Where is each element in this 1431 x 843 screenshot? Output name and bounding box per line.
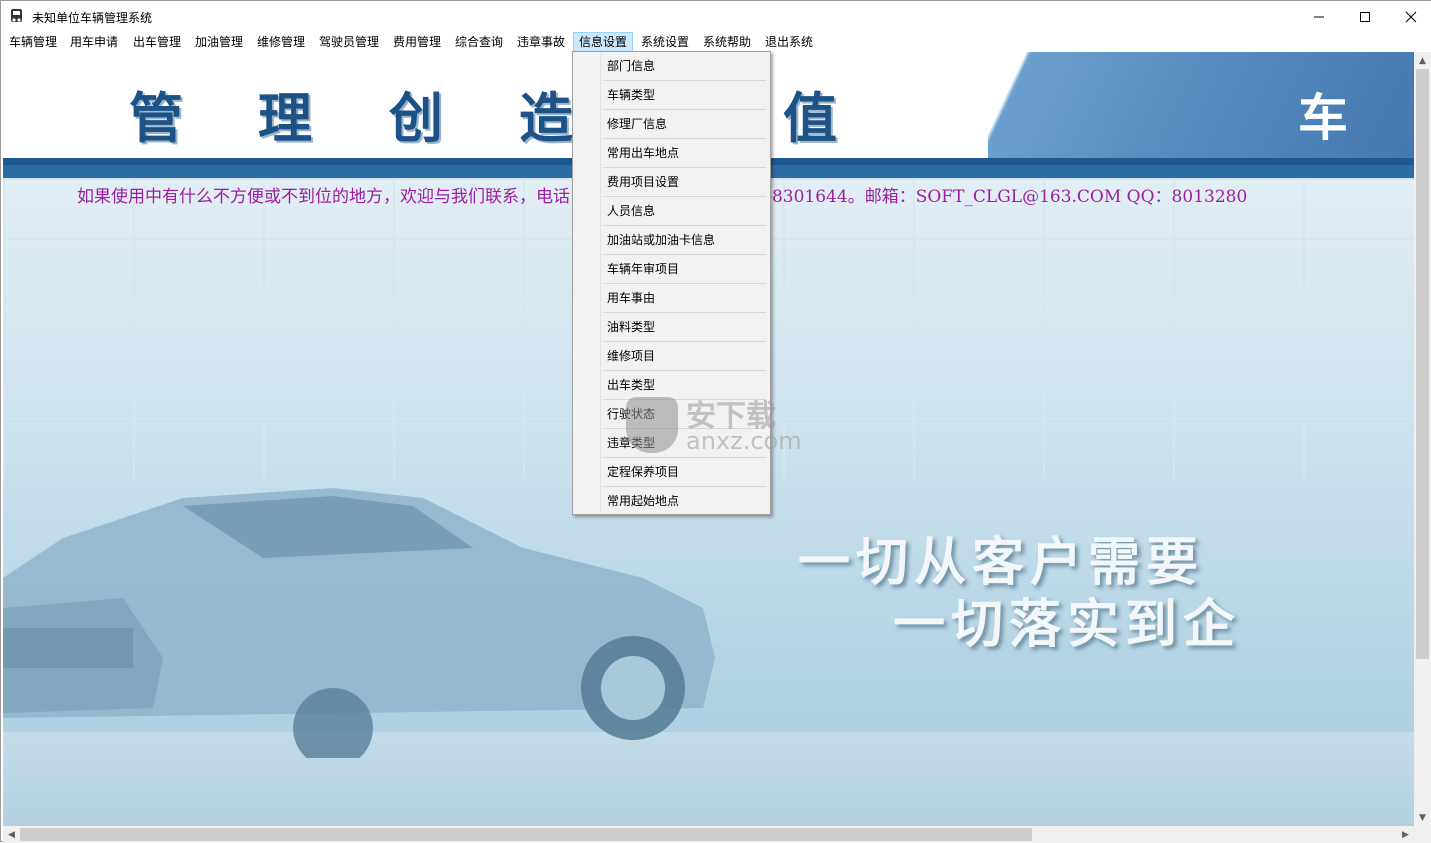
dropdown-item-repair-items[interactable]: 维修项目 [575,342,768,371]
menu-vehicle-request[interactable]: 用车申请 [65,32,123,52]
close-button[interactable] [1388,1,1431,32]
watermark-subtext: anxz.com [686,427,802,455]
app-window: 未知单位车辆管理系统 车辆管理 用车申请 出车管理 加油管理 维修管理 驾驶员管… [0,0,1431,843]
watermark: 安下载 anxz.com [626,391,826,461]
shield-icon [626,397,678,453]
app-icon [11,9,22,22]
menu-comprehensive-query[interactable]: 综合查询 [450,32,508,52]
dropdown-item-personnel-info[interactable]: 人员信息 [575,197,768,226]
slogan-line-2: 一切落实到企 [893,594,1242,655]
banner-right-text: 车 辆 [1298,88,1414,147]
dropdown-item-scheduled-maintenance-items[interactable]: 定程保养项目 [575,458,768,487]
horizontal-scroll-thumb[interactable] [20,828,1032,841]
menu-expense-management[interactable]: 费用管理 [388,32,446,52]
scroll-down-arrow-icon[interactable]: ▼ [1414,809,1431,826]
menu-vehicle-management[interactable]: 车辆管理 [4,32,62,52]
minimize-button[interactable] [1296,1,1342,32]
menu-system-help[interactable]: 系统帮助 [698,32,756,52]
dropdown-item-vehicle-type[interactable]: 车辆类型 [575,81,768,110]
dropdown-item-department-info[interactable]: 部门信息 [575,52,768,81]
banner-slogan-char: 造 [519,86,573,150]
scroll-right-arrow-icon[interactable]: ▶ [1397,826,1414,843]
banner-slogan-char: 值 [783,86,837,150]
menu-bar: 车辆管理 用车申请 出车管理 加油管理 维修管理 驾驶员管理 费用管理 综合查询… [1,32,1431,52]
dropdown-item-common-start-location[interactable]: 常用起始地点 [575,487,768,516]
banner-slogan-char: 创 [389,86,443,150]
menu-dispatch-management[interactable]: 出车管理 [128,32,186,52]
vertical-scrollbar[interactable]: ▲ ▼ [1414,52,1431,826]
scrollbar-corner [1414,826,1431,843]
menu-violation-accident[interactable]: 违章事故 [512,32,570,52]
scroll-up-arrow-icon[interactable]: ▲ [1414,52,1431,69]
horizontal-scrollbar[interactable]: ◀ ▶ [3,826,1414,843]
vertical-scroll-thumb[interactable] [1416,69,1429,659]
menu-exit-system[interactable]: 退出系统 [760,32,818,52]
menu-system-settings[interactable]: 系统设置 [636,32,694,52]
menu-info-settings[interactable]: 信息设置 [573,32,634,52]
dropdown-item-expense-item-settings[interactable]: 费用项目设置 [575,168,768,197]
maximize-button[interactable] [1342,1,1388,32]
window-title: 未知单位车辆管理系统 [32,11,153,25]
dropdown-item-repair-shop-info[interactable]: 修理厂信息 [575,110,768,139]
title-bar[interactable]: 未知单位车辆管理系统 [1,1,1431,32]
menu-repair-management[interactable]: 维修管理 [252,32,310,52]
banner-slogan-char: 理 [258,86,312,150]
scroll-left-arrow-icon[interactable]: ◀ [3,826,20,843]
dropdown-item-annual-inspection-items[interactable]: 车辆年审项目 [575,255,768,284]
minimize-icon [1314,16,1324,17]
menu-fuel-management[interactable]: 加油管理 [190,32,248,52]
menu-driver-management[interactable]: 驾驶员管理 [314,32,384,52]
dropdown-item-gas-station-card-info[interactable]: 加油站或加油卡信息 [575,226,768,255]
dropdown-item-fuel-type[interactable]: 油料类型 [575,313,768,342]
dropdown-item-vehicle-use-reason[interactable]: 用车事由 [575,284,768,313]
banner-slogan-char: 管 [129,86,183,150]
dropdown-item-common-dispatch-location[interactable]: 常用出车地点 [575,139,768,168]
close-icon [1405,11,1417,22]
maximize-icon [1360,11,1370,22]
